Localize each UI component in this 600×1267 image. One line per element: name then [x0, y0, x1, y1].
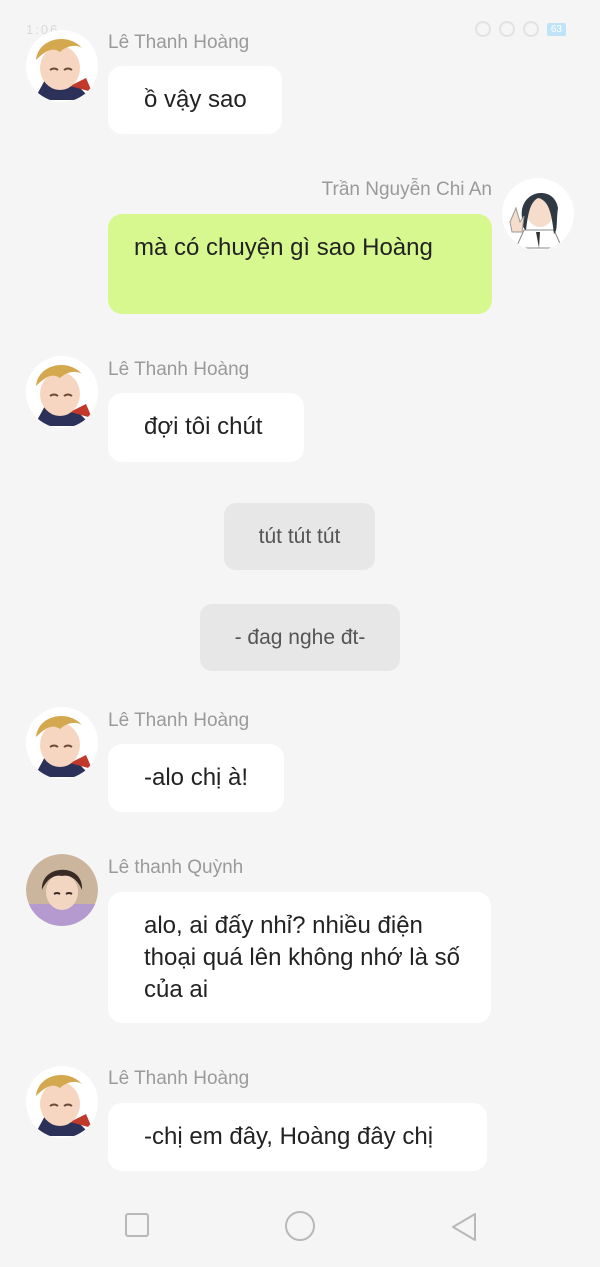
triangle-back-icon	[452, 1213, 476, 1241]
blond-boy-avatar-icon	[26, 1066, 98, 1138]
navigation-bar	[0, 1200, 600, 1256]
system-message: - đag nghe đt-	[200, 604, 400, 671]
message-bubble[interactable]: ồ vậy sao	[108, 66, 282, 134]
avatar-hoang[interactable]	[26, 356, 98, 428]
sender-name: Lê Thanh Hoàng	[108, 359, 250, 380]
back-button[interactable]	[450, 1212, 478, 1247]
circle-icon	[285, 1211, 315, 1241]
avatar-hoang[interactable]	[26, 707, 98, 779]
square-icon	[125, 1213, 149, 1237]
avatar-hoang[interactable]	[26, 1066, 98, 1138]
avatar-hoang[interactable]	[26, 30, 98, 102]
alarm-icon	[522, 21, 539, 37]
system-message: tút tút tút	[224, 503, 375, 570]
message-bubble[interactable]: -chị em đây, Hoàng đây chị	[108, 1103, 487, 1171]
battery-icon: 63	[546, 22, 566, 36]
sender-name: Lê Thanh Hoàng	[108, 710, 250, 731]
status-bar: 1:06 63	[0, 18, 600, 42]
dark-hair-girl-avatar-icon	[502, 178, 574, 250]
blond-boy-avatar-icon	[26, 707, 98, 779]
sender-name: Lê thanh Quỳnh	[108, 857, 244, 878]
message-bubble[interactable]: -alo chị à!	[108, 744, 284, 812]
blond-boy-avatar-icon	[26, 356, 98, 428]
home-button[interactable]	[284, 1210, 316, 1247]
sender-name: Trần Nguyễn Chi An	[321, 179, 492, 200]
avatar-chi-an[interactable]	[502, 178, 574, 250]
message-bubble[interactable]: alo, ai đấy nhỉ? nhiều điện thoại quá lê…	[108, 892, 491, 1023]
recent-apps-button[interactable]	[124, 1212, 150, 1243]
blond-boy-avatar-icon	[26, 30, 98, 102]
avatar-quynh[interactable]	[26, 854, 98, 926]
sender-name: Lê Thanh Hoàng	[108, 32, 250, 53]
message-bubble-outgoing[interactable]: mà có chuyện gì sao Hoàng	[108, 214, 492, 314]
sender-name: Lê Thanh Hoàng	[108, 1068, 250, 1089]
message-bubble[interactable]: đợi tôi chút	[108, 393, 304, 462]
signal-icon	[498, 21, 515, 37]
vibrate-icon	[474, 21, 491, 37]
dark-hair-boy-avatar-icon	[26, 854, 98, 926]
status-icons: 63	[474, 21, 566, 37]
